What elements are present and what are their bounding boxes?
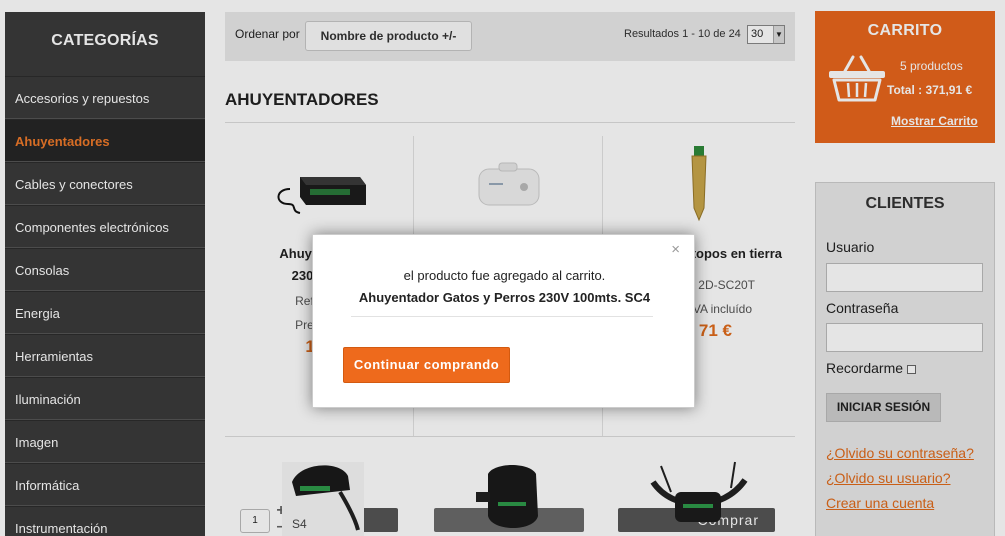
continue-shopping-button[interactable]: Continuar comprando (343, 347, 510, 383)
dialog-message: el producto fue agregado al carrito. (403, 268, 606, 283)
close-icon[interactable]: × (671, 241, 680, 258)
dialog-product-name: Ahuyentador Gatos y Perros 230V 100mts. … (358, 290, 651, 305)
divider (351, 316, 653, 317)
added-to-cart-dialog: × el producto fue agregado al carrito. A… (312, 234, 695, 408)
